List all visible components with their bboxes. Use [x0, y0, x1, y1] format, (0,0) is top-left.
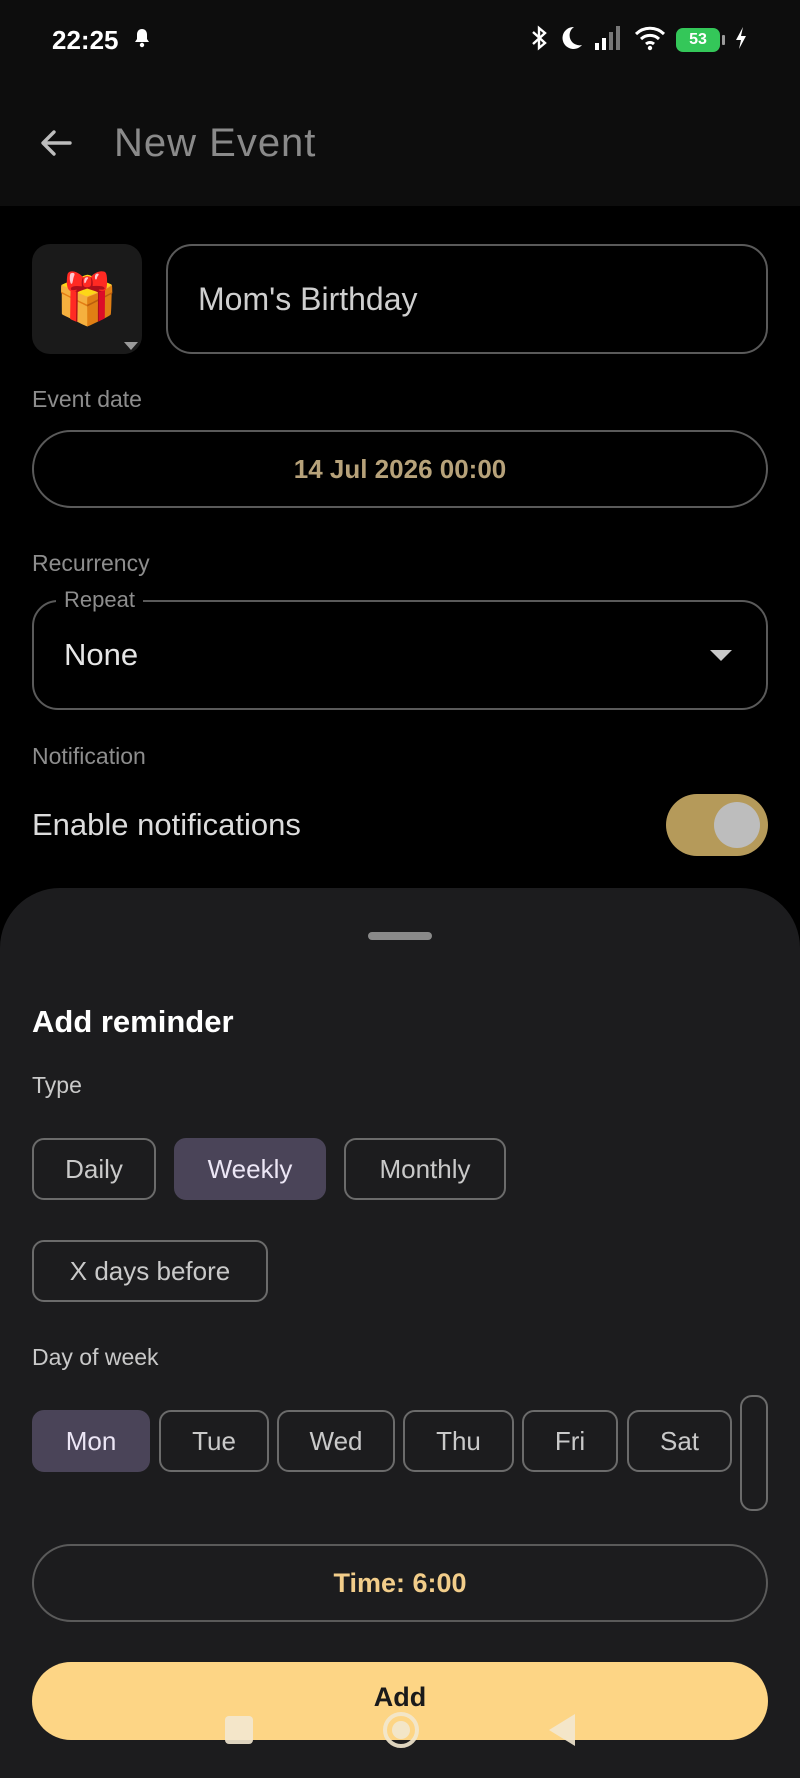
page-title: New Event: [114, 120, 317, 165]
type-chip-x-days-before-label: X days before: [69, 1255, 231, 1286]
enable-notifications-label: Enable notifications: [32, 807, 301, 842]
day-chip-mon[interactable]: Mon: [32, 1410, 150, 1472]
day-chip-tue-label: Tue: [192, 1425, 236, 1456]
enable-notifications-toggle[interactable]: [666, 794, 768, 856]
sheet-title: Add reminder: [32, 1004, 234, 1039]
day-chip-thu-label: Thu: [436, 1425, 481, 1456]
wifi-icon: [634, 25, 666, 56]
day-chip-mon-label: Mon: [65, 1425, 117, 1456]
type-chip-x-days-before[interactable]: X days before: [32, 1240, 268, 1302]
status-time: 22:25: [52, 24, 119, 55]
status-bar: 22:25 53: [0, 0, 800, 80]
day-chip-thu[interactable]: Thu: [403, 1410, 514, 1472]
sheet-drag-handle[interactable]: [368, 932, 432, 940]
notification-label: Notification: [32, 743, 146, 769]
back-triangle-icon[interactable]: [549, 1714, 575, 1746]
enable-notifications-row: Enable notifications: [32, 790, 768, 860]
bluetooth-icon: [530, 24, 548, 57]
battery-indicator: 53: [676, 28, 725, 52]
day-chip-fri[interactable]: Fri: [522, 1410, 618, 1472]
notification-bell-icon: [133, 28, 151, 53]
top-app-bar: New Event: [0, 80, 800, 206]
reminder-time-button[interactable]: Time: 6:00: [32, 1544, 768, 1622]
repeat-dropdown[interactable]: Repeat None: [32, 587, 768, 710]
event-name-value: Mom's Birthday: [198, 280, 418, 317]
day-chip-sat-label: Sat: [659, 1425, 700, 1456]
gift-icon: 🎁: [55, 271, 119, 327]
event-date-label: Event date: [32, 386, 142, 412]
recurrency-label: Recurrency: [32, 550, 150, 576]
status-right: 53: [530, 24, 748, 57]
home-circle-icon[interactable]: [383, 1712, 419, 1748]
repeat-legend: Repeat: [56, 587, 143, 613]
cellular-signal-icon: [594, 25, 624, 56]
day-chip-wed[interactable]: Wed: [277, 1410, 395, 1472]
day-chip-wed-label: Wed: [309, 1425, 363, 1456]
back-button[interactable]: [32, 119, 80, 167]
toggle-knob: [714, 802, 760, 848]
add-reminder-sheet: Add reminder Type Daily Weekly Monthly X…: [0, 888, 800, 1778]
day-chip-tue[interactable]: Tue: [159, 1410, 269, 1472]
type-chip-monthly[interactable]: Monthly: [344, 1138, 506, 1200]
type-label: Type: [32, 1072, 82, 1098]
event-icon-picker[interactable]: 🎁: [32, 244, 142, 354]
day-chip-overflow[interactable]: [740, 1395, 768, 1511]
charging-bolt-icon: [734, 26, 748, 55]
type-chip-weekly[interactable]: Weekly: [174, 1138, 326, 1200]
day-of-week-label: Day of week: [32, 1344, 159, 1370]
repeat-value: None: [64, 637, 139, 672]
reminder-time-label: Time: 6:00: [333, 1567, 467, 1598]
type-chip-weekly-label: Weekly: [207, 1153, 293, 1184]
status-left: 22:25: [52, 25, 151, 56]
event-date-value: 14 Jul 2026 00:00: [293, 453, 507, 484]
event-date-button[interactable]: 14 Jul 2026 00:00: [32, 430, 768, 508]
caret-down-icon: [124, 342, 138, 350]
dropdown-arrow-icon: [710, 650, 732, 661]
type-chip-daily-label: Daily: [65, 1153, 123, 1184]
day-chip-sat[interactable]: Sat: [627, 1410, 732, 1472]
arrow-left-icon: [41, 130, 72, 156]
type-chip-monthly-label: Monthly: [379, 1153, 471, 1184]
type-chip-daily[interactable]: Daily: [32, 1138, 156, 1200]
system-nav-bar: [0, 1700, 800, 1760]
recents-square-icon[interactable]: [225, 1716, 253, 1744]
day-chip-fri-label: Fri: [554, 1425, 586, 1456]
do-not-disturb-moon-icon: [558, 25, 584, 56]
event-name-input[interactable]: Mom's Birthday: [166, 244, 768, 354]
